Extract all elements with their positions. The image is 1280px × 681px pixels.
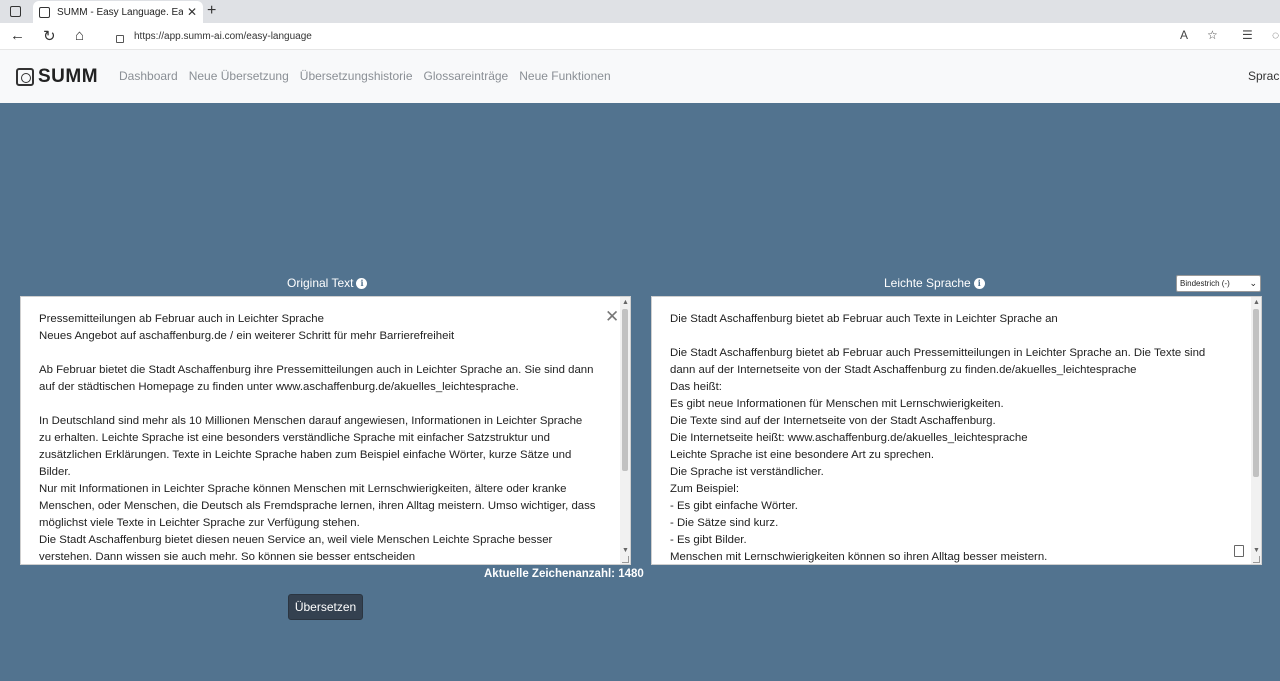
original-text-content: Pressemitteilungen ab Februar auch in Le… (39, 313, 596, 563)
clear-text-icon[interactable]: ✕ (605, 307, 619, 327)
refresh-icon[interactable]: ↻ (43, 27, 56, 45)
copy-icon[interactable] (1234, 545, 1244, 557)
info-icon[interactable]: i (973, 277, 985, 289)
chevron-down-icon: ⌄ (1249, 278, 1257, 288)
nav-translation-history[interactable]: Übersetzungshistorie (300, 69, 413, 83)
logo-icon (16, 68, 34, 86)
translate-button[interactable]: Übersetzen (288, 594, 363, 620)
original-text-area[interactable]: Pressemitteilungen ab Februar auch in Le… (20, 296, 631, 565)
address-bar: ← ↻ ⌂ https://app.summ-ai.com/easy-langu… (0, 23, 1280, 50)
favorite-star-icon[interactable]: ☆ (1207, 28, 1218, 42)
favicon-icon (39, 6, 50, 18)
url-field[interactable]: https://app.summ-ai.com/easy-language (104, 26, 1274, 47)
tab-title: SUMM - Easy Language. Easily M (57, 6, 183, 18)
scroll-down-icon[interactable]: ▼ (1253, 547, 1260, 554)
nav-new-translation[interactable]: Neue Übersetzung (189, 69, 289, 83)
logo-text: SUMM (38, 66, 99, 87)
language-menu[interactable]: Sprach (1248, 69, 1280, 83)
scrollbar-thumb[interactable] (622, 309, 628, 471)
nav-dashboard[interactable]: Dashboard (119, 69, 178, 83)
read-aloud-icon[interactable]: A (1180, 28, 1188, 42)
easy-language-text-area[interactable]: Die Stadt Aschaffenburg bietet ab Februa… (651, 296, 1262, 565)
extension-icon[interactable]: ◌ (1272, 28, 1279, 42)
resize-handle[interactable] (1253, 556, 1260, 563)
easy-language-label: Leichte Sprache (884, 276, 971, 290)
browser-tab-bar: SUMM - Easy Language. Easily M ✕ + (0, 0, 1280, 23)
original-text-label: Original Text (287, 276, 354, 290)
scroll-down-icon[interactable]: ▼ (622, 547, 629, 554)
resize-handle[interactable] (622, 556, 629, 563)
info-icon[interactable]: i (356, 277, 368, 289)
tab-actions-icon[interactable] (10, 6, 21, 17)
close-tab-icon[interactable]: ✕ (187, 5, 197, 19)
easy-language-title: Leichte Sprache i (884, 276, 985, 290)
favorites-icon[interactable]: ☰ (1242, 28, 1253, 42)
back-icon[interactable]: ← (10, 27, 25, 44)
hyphenation-value: Bindestrich (-) (1180, 279, 1230, 288)
lock-icon (116, 34, 124, 43)
main-nav: Dashboard Neue Übersetzung Übersetzungsh… (119, 69, 622, 83)
home-icon[interactable]: ⌂ (75, 27, 84, 44)
scrollbar-thumb[interactable] (1253, 309, 1259, 477)
scroll-up-icon[interactable]: ▲ (1253, 299, 1260, 306)
easy-language-content: Die Stadt Aschaffenburg bietet ab Februa… (670, 313, 1206, 563)
app-header: SUMM Dashboard Neue Übersetzung Übersetz… (0, 50, 1280, 103)
new-tab-icon[interactable]: + (207, 2, 216, 20)
original-scrollbar[interactable]: ▲ ▼ (620, 297, 630, 564)
easy-scrollbar[interactable]: ▲ ▼ (1251, 297, 1261, 564)
logo[interactable]: SUMM (16, 66, 98, 88)
character-count: Aktuelle Zeichenanzahl: 1480 (484, 568, 644, 580)
nav-glossary[interactable]: Glossareinträge (424, 69, 509, 83)
nav-new-features[interactable]: Neue Funktionen (519, 69, 610, 83)
original-text-title: Original Text i (287, 276, 368, 290)
url-text: https://app.summ-ai.com/easy-language (134, 31, 312, 42)
hyphenation-select[interactable]: Bindestrich (-) ⌄ (1176, 275, 1261, 292)
scroll-up-icon[interactable]: ▲ (622, 299, 629, 306)
browser-tab[interactable]: SUMM - Easy Language. Easily M ✕ (33, 1, 203, 23)
